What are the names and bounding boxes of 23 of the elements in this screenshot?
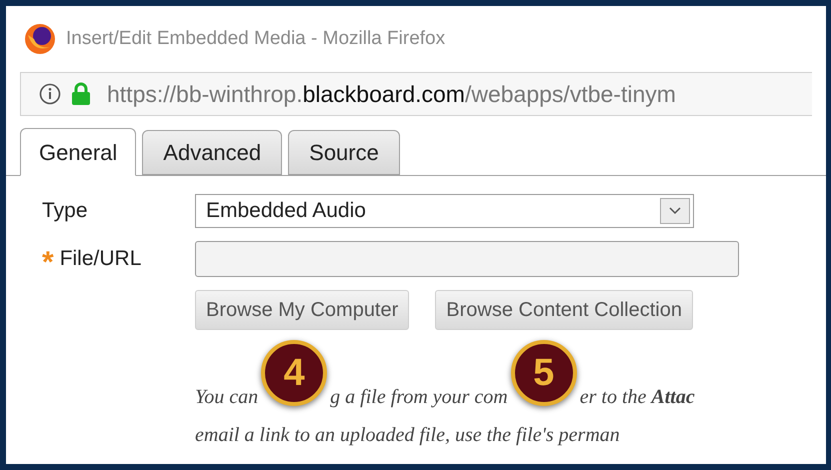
step-number-callout: 5 bbox=[510, 340, 577, 406]
step-number-callout: 4 bbox=[261, 340, 328, 406]
tab[interactable]: Advanced bbox=[142, 130, 282, 175]
tab[interactable]: Source bbox=[288, 130, 400, 175]
url-text: https://bb-winthrop.blackboard.com/webapps/vtbe-tinym bbox=[107, 80, 676, 109]
caret-icon bbox=[660, 198, 690, 224]
padlock-icon bbox=[71, 82, 91, 106]
address-bar[interactable]: https://bb-winthrop.blackboard.com/webapps/vtbe-tinym bbox=[20, 72, 812, 116]
window-title: Insert/Edit Embedded Media - Mozilla Firefox bbox=[66, 26, 446, 51]
tab[interactable]: General bbox=[20, 128, 136, 176]
browser-logo-icon bbox=[24, 23, 56, 55]
info-icon[interactable] bbox=[39, 83, 61, 105]
help-text: er to the Attac bbox=[580, 385, 695, 410]
help-text: You can bbox=[195, 385, 258, 410]
browse-button[interactable]: Browse Content Collection bbox=[435, 290, 693, 330]
help-text: email a link to an uploaded file, use the file's perman bbox=[195, 423, 621, 448]
type-dropdown[interactable]: Embedded Audio bbox=[195, 194, 694, 228]
type-label: Type bbox=[42, 198, 89, 224]
required-mark: * bbox=[42, 248, 54, 278]
file-url-field[interactable] bbox=[195, 241, 739, 277]
file-url-label: File/URL bbox=[60, 246, 142, 272]
help-text: g a file from your com bbox=[330, 385, 508, 410]
browse-button[interactable]: Browse My Computer bbox=[195, 290, 410, 330]
